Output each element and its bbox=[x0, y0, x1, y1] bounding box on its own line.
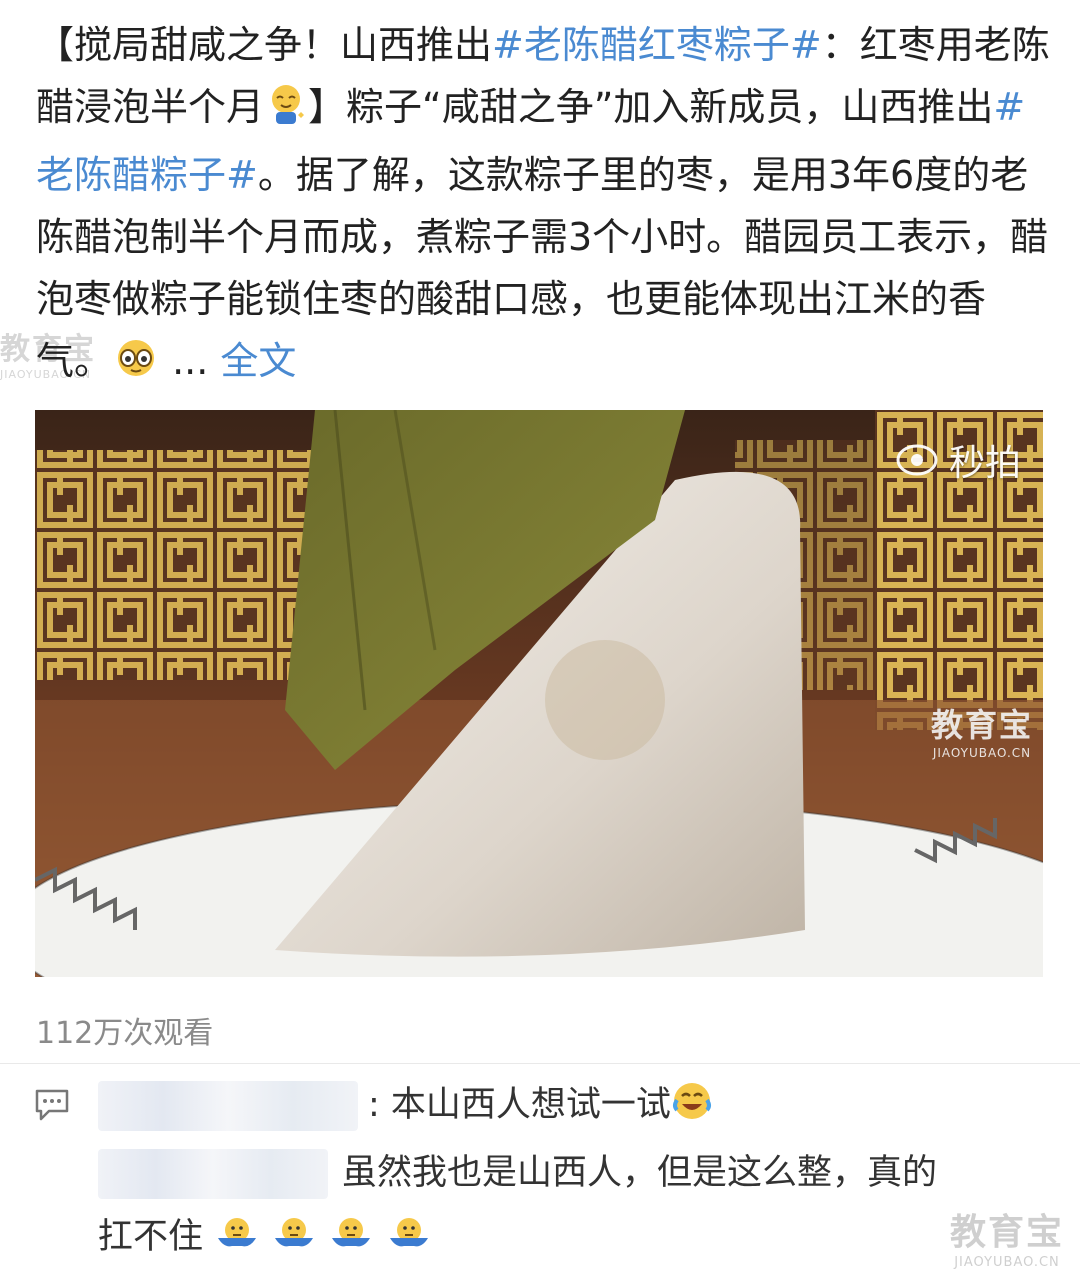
video-source-label: 秒拍 bbox=[895, 434, 1021, 486]
post-text-part-1: 【搅局甜咸之争！山西推出 bbox=[36, 23, 493, 67]
post-text-part-3: 】粽子“咸甜之争”加入新成员，山西推出 bbox=[308, 85, 994, 129]
hashtag-link[interactable]: #老陈醋红枣粽子# bbox=[492, 23, 822, 67]
video-watermark: 教育宝 JIAOYUBAO.CN bbox=[931, 700, 1033, 760]
video-frame-image bbox=[35, 410, 1043, 977]
shrug-icon bbox=[386, 1214, 432, 1263]
comment-item: : 本山西人想试一试 bbox=[98, 1076, 713, 1131]
shy-face-icon bbox=[112, 336, 160, 398]
shrug-icon bbox=[328, 1214, 374, 1263]
comment-item: 虽然我也是山西人，但是这么整，真的 bbox=[98, 1144, 937, 1199]
divider bbox=[0, 1063, 1080, 1064]
post-text: 【搅局甜咸之争！山西推出#老陈醋红枣粽子#：红枣用老陈醋浸泡半个月 】粽子“咸甜之… bbox=[36, 14, 1056, 398]
watermark-en: JIAOYUBAO.CN bbox=[954, 1255, 1060, 1270]
watermark-cn: 教育宝 bbox=[949, 1212, 1064, 1253]
video-source-text: 秒拍 bbox=[948, 443, 1021, 484]
laugh-cry-icon bbox=[671, 1080, 713, 1131]
watermark-en: JIAOYUBAO.CN bbox=[932, 746, 1032, 760]
watermark-cn: 教育宝 bbox=[930, 706, 1033, 744]
video-player[interactable]: 秒拍 教育宝 JIAOYUBAO.CN bbox=[35, 410, 1043, 977]
comment-item: 扛不住 bbox=[98, 1208, 432, 1263]
corner-watermark: 教育宝 JIAOYUBAO.CN bbox=[950, 1203, 1064, 1270]
comment-icon[interactable] bbox=[34, 1088, 70, 1126]
comment-text: : 本山西人想试一试 bbox=[368, 1085, 671, 1125]
comment-username[interactable] bbox=[98, 1081, 358, 1131]
full-text-link[interactable]: 全文 bbox=[220, 339, 296, 383]
shrug-icon bbox=[214, 1214, 260, 1263]
shrug-icon bbox=[271, 1214, 317, 1263]
comment-text: 虽然我也是山西人，但是这么整，真的 bbox=[342, 1153, 938, 1193]
ellipsis: ... bbox=[160, 339, 221, 383]
eye-logo-icon bbox=[895, 442, 939, 478]
view-count: 112万次观看 bbox=[36, 1016, 214, 1051]
sleepy-smile-icon bbox=[264, 82, 308, 144]
comment-text: 扛不住 bbox=[98, 1217, 204, 1257]
redacted-username bbox=[98, 1149, 328, 1199]
redacted-username bbox=[98, 1081, 358, 1131]
